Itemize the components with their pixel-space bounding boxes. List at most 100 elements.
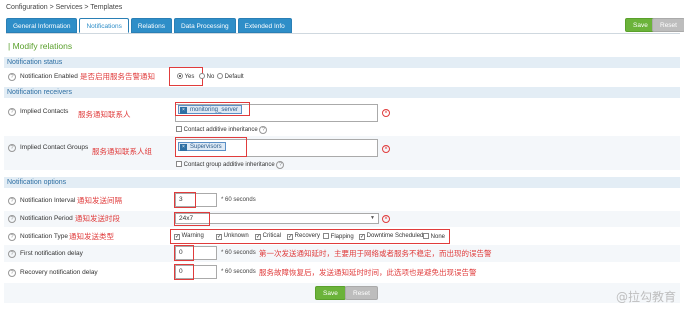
reset-button-top[interactable]: Reset: [652, 18, 684, 32]
type-downtime-checkbox[interactable]: ✓ Downtime Scheduled: [359, 233, 423, 240]
row-notification-type: ? Notification Type 通知发送类型 ✓ Warning ✓ U…: [4, 229, 680, 244]
help-icon[interactable]: ?: [8, 250, 16, 258]
help-icon[interactable]: ?: [8, 144, 16, 152]
help-icon[interactable]: ?: [259, 126, 268, 134]
help-icon[interactable]: ?: [8, 108, 16, 116]
help-icon[interactable]: ?: [8, 233, 16, 241]
help-icon[interactable]: ?: [8, 215, 16, 223]
type-option-label: Unknown: [223, 233, 249, 239]
checkbox-checked-icon: ✓: [216, 234, 222, 240]
checkbox-checked-icon: ✓: [359, 234, 365, 240]
clear-icon[interactable]: ×: [382, 215, 390, 223]
first-delay-note: 第一次发送通知延时，主要用于网络或者服务不稳定，而出现的误告警: [259, 249, 492, 258]
checkbox-icon: [176, 126, 182, 132]
radio-default-icon: [217, 73, 223, 79]
help-icon[interactable]: ?: [8, 73, 16, 81]
remove-tag-icon[interactable]: ×: [180, 144, 187, 151]
row-implied-contact-groups: ? Implied Contact Groups 服务通知联系人组 × Super…: [4, 136, 680, 170]
row-implied-contacts: ? Implied Contacts 服务通知联系人 × monitoring_s…: [4, 100, 680, 134]
highlight-box: [174, 264, 194, 280]
type-critical-checkbox[interactable]: ✓ Critical: [255, 233, 281, 240]
clear-icon[interactable]: ×: [382, 109, 390, 117]
implied-groups-label: Implied Contact Groups: [20, 144, 89, 151]
recovery-delay-unit: * 60 seconds: [221, 269, 256, 275]
group-tag-label: Supervisors: [190, 144, 222, 150]
tab-notifications[interactable]: Notifications: [79, 18, 129, 33]
type-label: Notification Type: [20, 233, 68, 240]
reset-button-bottom[interactable]: Reset: [345, 286, 378, 300]
implied-contacts-label: Implied Contacts: [20, 108, 69, 115]
highlight-box: [174, 192, 196, 208]
contact-additive-label: Contact additive inheritance: [183, 127, 258, 133]
help-icon[interactable]: ?: [8, 269, 16, 277]
page-title: | Modify relations: [8, 41, 73, 51]
checkbox-checked-icon: ✓: [287, 234, 293, 240]
radio-no-label: No: [206, 74, 215, 80]
checkbox-checked-icon: ✓: [255, 234, 261, 240]
first-delay-unit: * 60 seconds: [221, 250, 256, 256]
radio-default[interactable]: Default: [217, 73, 244, 80]
type-option-label: None: [430, 234, 446, 240]
contact-additive-checkbox[interactable]: Contact additive inheritance ?: [176, 126, 268, 134]
radio-default-label: Default: [224, 74, 244, 80]
radio-yes-icon: [177, 73, 183, 79]
breadcrumb: Configuration > Services > Templates: [6, 4, 123, 11]
interval-label: Notification Interval: [20, 197, 76, 204]
type-option-label: Recovery: [294, 233, 321, 239]
group-tag: × Supervisors: [178, 142, 226, 151]
highlight-box: [174, 245, 194, 261]
clear-icon[interactable]: ×: [382, 145, 390, 153]
watermark: @拉勾教育: [615, 290, 676, 304]
type-option-label: Warning: [181, 233, 204, 239]
row-recovery-notification-delay: ? Recovery notification delay 0 * 60 sec…: [4, 264, 680, 282]
radio-no[interactable]: No: [199, 73, 214, 80]
first-delay-label: First notification delay: [20, 250, 83, 257]
tab-extended-info[interactable]: Extended Info: [237, 18, 292, 33]
save-button-bottom[interactable]: Save: [315, 286, 346, 300]
help-icon[interactable]: ?: [276, 161, 285, 169]
notification-enabled-note: 是否启用服务告警通知: [80, 72, 155, 81]
contact-tag: × monitoring_server: [178, 105, 243, 114]
type-recovery-checkbox[interactable]: ✓ Recovery: [287, 233, 320, 240]
row-notification-period: ? Notification Period 通知发送时段 24x7 ▼ ×: [4, 211, 680, 227]
type-unknown-checkbox[interactable]: ✓ Unknown: [216, 233, 249, 240]
period-note: 通知发送时段: [75, 214, 120, 223]
row-notification-enabled: ? Notification Enabled 是否启用服务告警通知 Yes No…: [4, 67, 680, 86]
section-notification-options: Notification options: [4, 177, 680, 188]
checkbox-icon: [423, 233, 429, 239]
remove-tag-icon[interactable]: ×: [180, 107, 187, 114]
tab-data-processing[interactable]: Data Processing: [173, 18, 236, 33]
help-icon[interactable]: ?: [8, 197, 16, 205]
type-none-checkbox[interactable]: None: [423, 233, 445, 240]
type-option-label: Flapping: [330, 234, 354, 240]
type-warning-checkbox[interactable]: ✓ Warning: [174, 233, 204, 240]
tab-divider: [6, 33, 680, 34]
radio-yes[interactable]: Yes: [177, 73, 194, 80]
type-note: 通知发送类型: [69, 232, 114, 241]
contact-tag-label: monitoring_server: [190, 107, 239, 113]
radio-no-icon: [199, 73, 205, 79]
type-option-label: Critical: [262, 233, 282, 239]
row-first-notification-delay: ? First notification delay 0 * 60 second…: [4, 245, 680, 262]
chevron-down-icon: ▼: [370, 215, 375, 221]
checkbox-icon: [176, 161, 182, 167]
group-additive-label: Contact group additive inheritance: [183, 162, 275, 168]
period-label: Notification Period: [20, 215, 73, 222]
interval-unit: * 60 seconds: [221, 197, 256, 203]
group-additive-checkbox[interactable]: Contact group additive inheritance ?: [176, 161, 285, 169]
checkbox-icon: [323, 233, 329, 239]
highlight-box: [174, 212, 210, 226]
type-option-label: Downtime Scheduled: [366, 233, 424, 239]
checkbox-checked-icon: ✓: [174, 234, 180, 240]
type-flapping-checkbox[interactable]: Flapping: [323, 233, 354, 240]
notification-enabled-label: Notification Enabled: [20, 73, 78, 80]
recovery-delay-note: 服务故障恢复后，发送通知延时时间，此选项也是避免出现误告警: [259, 268, 477, 277]
recovery-delay-label: Recovery notification delay: [20, 269, 98, 276]
implied-groups-note: 服务通知联系人组: [92, 147, 152, 156]
section-notification-status: Notification status: [4, 57, 680, 68]
row-notification-interval: ? Notification Interval 通知发送间隔 3 * 60 se…: [4, 192, 680, 210]
tab-bar: General Information Notifications Relati…: [6, 18, 292, 33]
section-notification-receivers: Notification receivers: [4, 87, 680, 98]
tab-relations[interactable]: Relations: [130, 18, 172, 33]
tab-general-information[interactable]: General Information: [6, 18, 78, 33]
